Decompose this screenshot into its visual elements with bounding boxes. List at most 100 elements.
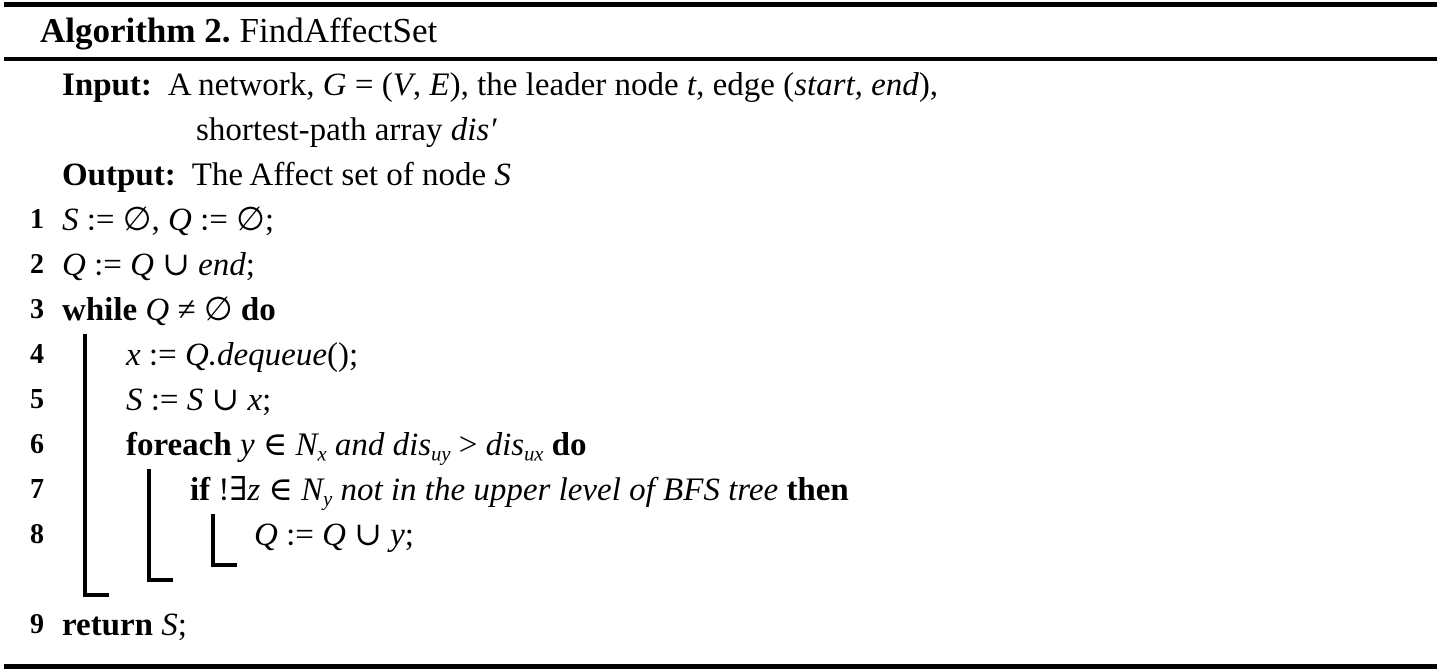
input-dis-prime: ′ xyxy=(489,112,497,148)
token: ≠ xyxy=(169,292,204,328)
foreach-block-guide-foot xyxy=(147,578,173,582)
token: ; xyxy=(245,247,255,283)
algorithm-line-7: if !∃z ∈ Ny not in the upper level of BF… xyxy=(190,470,849,510)
if-block-guide-foot xyxy=(211,563,237,567)
input-edge-symbol: E xyxy=(429,67,450,103)
token: := xyxy=(140,337,185,373)
token: := xyxy=(191,202,237,238)
algorithm-line-2: Q := Q ∪ end; xyxy=(62,245,255,285)
line-number-8: 8 xyxy=(30,519,44,550)
algorithm-line-1: S := ∅, Q := ∅; xyxy=(62,200,274,240)
input-leader-symbol: t xyxy=(686,67,697,103)
token: y xyxy=(239,427,255,463)
input-line-1: Input: A network, G = (V, E), the leader … xyxy=(62,65,938,105)
token: return xyxy=(62,607,154,643)
token: . xyxy=(208,337,218,373)
token: := xyxy=(277,517,323,553)
token: x xyxy=(247,382,263,418)
token: foreach xyxy=(126,427,232,463)
subscript: x xyxy=(317,443,327,466)
token: := xyxy=(85,247,131,283)
foreach-block-guide xyxy=(147,469,151,582)
token: Q xyxy=(184,337,209,373)
token: Q xyxy=(62,247,86,283)
token: S xyxy=(161,607,178,643)
input-dis-symbol: dis xyxy=(450,112,490,148)
line-number-6: 6 xyxy=(30,429,44,460)
output-label: Output: xyxy=(62,157,176,193)
input-end-symbol: end xyxy=(871,67,919,103)
line-number-4: 4 xyxy=(30,339,44,370)
token: ; xyxy=(262,382,272,418)
input-comma: , xyxy=(412,67,430,103)
input-text-b: ), the leader node xyxy=(449,67,687,103)
token: > xyxy=(450,427,486,463)
token: end xyxy=(198,247,246,283)
input-graph-symbol: G xyxy=(322,67,347,103)
algorithm-line-8: Q := Q ∪ y; xyxy=(254,515,414,555)
algorithm-line-5: S := S ∪ x; xyxy=(126,380,271,420)
token: ∅ xyxy=(236,202,265,238)
line-number-5: 5 xyxy=(30,384,44,415)
title-separator-rule xyxy=(4,57,1437,61)
line-number-1: 1 xyxy=(30,204,44,235)
input-text-a: A network, xyxy=(167,67,323,103)
token: x xyxy=(126,337,141,373)
input-label: Input: xyxy=(62,67,152,103)
token: z xyxy=(247,472,261,508)
token: S xyxy=(186,382,204,418)
token: S xyxy=(62,202,79,238)
algorithm-title: Algorithm 2. FindAffectSet xyxy=(40,8,437,54)
token: not in the upper level of BFS tree xyxy=(340,472,779,508)
algorithm-title-keyword: Algorithm 2. xyxy=(40,11,231,50)
token: while xyxy=(62,292,138,328)
line-number-7: 7 xyxy=(30,474,44,505)
token: S xyxy=(126,382,143,418)
token: Q xyxy=(254,517,278,553)
token: N xyxy=(295,427,318,463)
line-number-3: 3 xyxy=(30,294,44,325)
if-block-guide xyxy=(211,514,215,567)
subscript: y xyxy=(323,488,333,511)
input-vertex-symbol: V xyxy=(392,67,413,103)
token: , xyxy=(151,202,169,238)
token: and xyxy=(334,427,385,463)
subscript: ux xyxy=(524,443,544,466)
token: Q xyxy=(130,247,154,283)
token: dis xyxy=(485,427,525,463)
input-text-d: ), xyxy=(918,67,939,103)
token: !∃ xyxy=(210,472,248,508)
top-rule xyxy=(4,2,1437,7)
input-start-symbol: start xyxy=(794,67,855,103)
input-eq: = ( xyxy=(346,67,393,103)
token: ; xyxy=(264,202,275,238)
input-pair-separator: , xyxy=(854,67,872,103)
token: do xyxy=(551,427,587,463)
input-text-c: , edge ( xyxy=(696,67,795,103)
token: dis xyxy=(392,427,432,463)
algorithm-line-4: x := Q.dequeue(); xyxy=(126,335,358,375)
while-block-guide xyxy=(83,334,87,597)
token: ∪ xyxy=(153,247,199,283)
algorithm-line-6: foreach y ∈ Nx and disuy > disux do xyxy=(126,425,586,465)
token: dequeue xyxy=(217,337,327,373)
algorithm-figure: Algorithm 2. FindAffectSet Input: A networ… xyxy=(0,0,1441,672)
line-number-9: 9 xyxy=(30,609,44,640)
line-number-2: 2 xyxy=(30,249,44,280)
token: if xyxy=(190,472,211,508)
token: Q xyxy=(322,517,346,553)
token: ∪ xyxy=(345,517,391,553)
token: ∅ xyxy=(203,292,233,328)
token: y xyxy=(390,517,405,553)
token: ∈ xyxy=(254,427,296,463)
token: N xyxy=(301,472,324,508)
algorithm-title-name: FindAffectSet xyxy=(239,11,438,50)
input-line-2: shortest-path array dis′ xyxy=(196,110,496,150)
algorithm-line-9: return S; xyxy=(62,605,187,645)
token: (); xyxy=(326,337,359,373)
token: ∅ xyxy=(122,202,152,238)
token: ∈ xyxy=(260,472,302,508)
